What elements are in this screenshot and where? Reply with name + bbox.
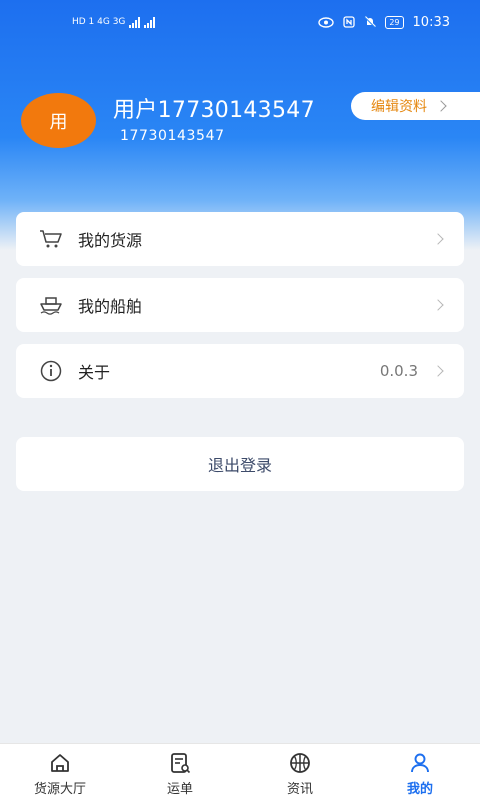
tab-label: 资讯 (286, 782, 313, 797)
network-indicators: HD 1 4G 3G (72, 17, 126, 27)
home-icon (48, 751, 72, 775)
chevron-right-icon (432, 299, 444, 311)
tab-label: 货源大厅 (33, 782, 86, 797)
chevron-right-icon (432, 365, 444, 377)
status-right: 29 10:33 (318, 15, 450, 30)
info-icon (38, 360, 64, 382)
eye-icon (318, 16, 335, 28)
logout-button[interactable]: 退出登录 (16, 437, 464, 491)
chevron-right-icon (432, 233, 444, 245)
menu-item-my-ships[interactable]: 我的船舶 (16, 278, 464, 332)
menu-item-label: 关于 (78, 363, 111, 382)
edit-profile-button[interactable]: 编辑资料 (351, 92, 480, 120)
status-left: HD 1 4G 3G (72, 16, 156, 28)
user-phone: 17730143547 (120, 128, 225, 144)
avatar[interactable]: 用 (21, 93, 96, 148)
tab-label: 我的 (406, 782, 433, 797)
menu-item-label: 我的船舶 (78, 297, 143, 316)
chevron-right-icon (435, 100, 447, 112)
bottom-tab-bar: 货源大厅 运单 资讯 我的 (0, 743, 480, 800)
menu-item-label: 我的货源 (78, 231, 143, 250)
status-time: 10:33 (412, 14, 450, 30)
tab-news[interactable]: 资讯 (240, 744, 360, 800)
version-value: 0.0.3 (379, 362, 418, 380)
waybill-icon (168, 751, 192, 775)
tab-mine[interactable]: 我的 (360, 744, 480, 800)
menu-item-about[interactable]: 关于 0.0.3 (16, 344, 464, 398)
nfc-icon (343, 16, 355, 28)
tab-cargo-hall[interactable]: 货源大厅 (0, 744, 120, 800)
ball-icon (288, 751, 312, 775)
tab-label: 运单 (166, 782, 193, 797)
signal-icon-2 (144, 16, 156, 28)
battery-icon: 29 (385, 15, 404, 29)
edit-profile-label: 编辑资料 (371, 99, 427, 115)
cart-icon (38, 228, 64, 250)
tab-waybill[interactable]: 运单 (120, 744, 240, 800)
status-bar: HD 1 4G 3G 29 10:33 (0, 0, 480, 44)
ship-icon (38, 294, 64, 316)
mute-bell-icon (364, 16, 377, 28)
signal-icon (129, 16, 141, 28)
menu-item-my-cargo[interactable]: 我的货源 (16, 212, 464, 266)
user-icon (408, 751, 432, 775)
user-name: 用户17730143547 (113, 98, 315, 123)
